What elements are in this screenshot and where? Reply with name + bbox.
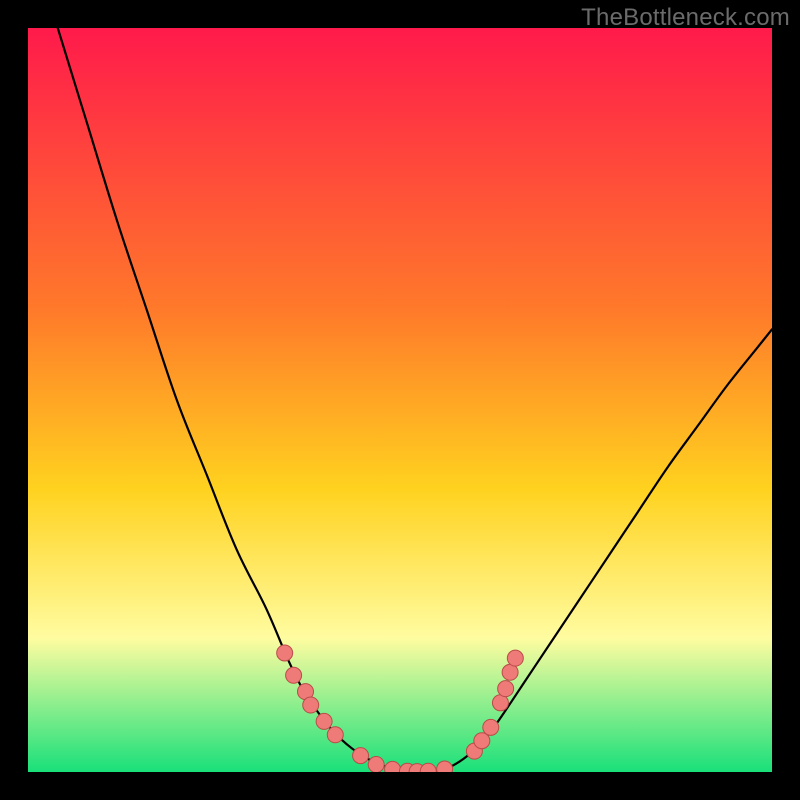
data-marker (286, 667, 302, 683)
data-marker (507, 650, 523, 666)
data-marker (492, 695, 508, 711)
data-marker (303, 697, 319, 713)
plot-area (28, 28, 772, 772)
data-marker (316, 713, 332, 729)
gradient-background (28, 28, 772, 772)
data-marker (327, 727, 343, 743)
data-marker (277, 645, 293, 661)
data-marker (483, 719, 499, 735)
watermark-text: TheBottleneck.com (581, 4, 790, 32)
data-marker (502, 664, 518, 680)
chart-frame: TheBottleneck.com (0, 0, 800, 800)
data-marker (498, 681, 514, 697)
data-marker (353, 748, 369, 764)
chart-svg (28, 28, 772, 772)
data-marker (437, 761, 453, 772)
data-marker (368, 757, 384, 772)
